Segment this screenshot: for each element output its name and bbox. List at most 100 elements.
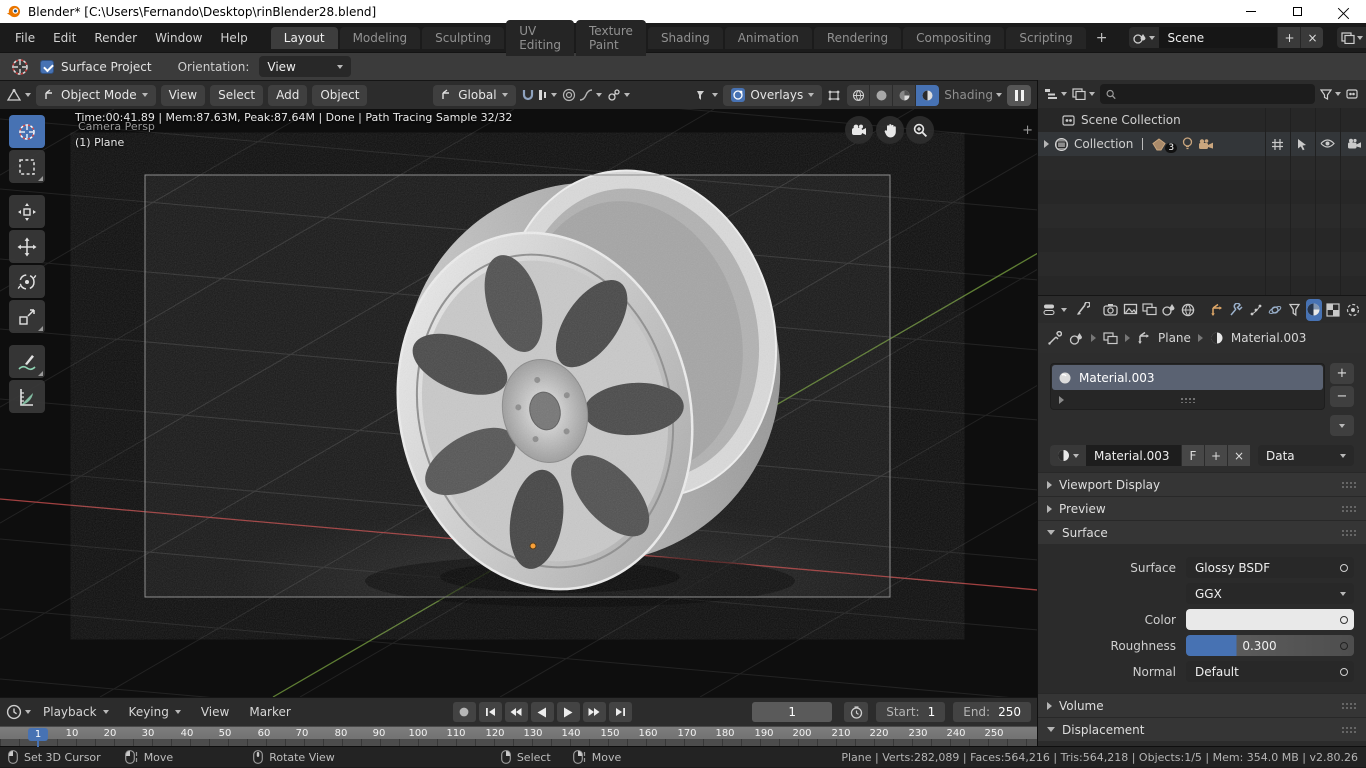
jump-to-prev-keyframe-button[interactable] [505, 702, 528, 722]
material-slot-list[interactable]: Material.003 [1050, 363, 1325, 410]
breadcrumb-scene-icon[interactable] [1069, 332, 1084, 345]
zoom-view-button[interactable] [906, 116, 934, 144]
pivot-point-dropdown[interactable] [607, 88, 630, 102]
tab-rendering[interactable]: Rendering [814, 27, 901, 49]
breadcrumb-viewlayer-icon[interactable] [1103, 332, 1118, 345]
viewport-menu-object[interactable]: Object [312, 85, 367, 106]
outliner-filter-dropdown[interactable] [1320, 89, 1341, 100]
menu-edit[interactable]: Edit [44, 28, 85, 48]
browse-material-dropdown[interactable] [1050, 445, 1086, 466]
material-slot-active[interactable]: Material.003 [1052, 365, 1323, 390]
viewport-canvas[interactable]: Time:00:41.89 | Mem:87.63M, Peak:87.64M … [0, 109, 1037, 697]
panel-displacement[interactable]: Displacement [1038, 717, 1366, 741]
panel-preview[interactable]: Preview [1038, 496, 1366, 520]
timeline-ruler[interactable]: 10 20 30 40 50 60 70 80 90 100 110 120 1… [0, 726, 1037, 746]
color-swatch[interactable] [1186, 609, 1354, 630]
frame-end-field[interactable]: End:250 [953, 702, 1031, 722]
panel-drag-grip[interactable] [1341, 505, 1357, 513]
view-layer-icon[interactable] [1337, 27, 1366, 48]
scene-icon[interactable] [1129, 27, 1159, 48]
slot-specials-dropdown[interactable] [1330, 415, 1354, 436]
outliner-display-mode-dropdown[interactable] [1072, 88, 1095, 100]
tab-texture[interactable] [1325, 299, 1341, 321]
region-expand-handle[interactable]: + [1022, 123, 1033, 138]
material-link-dropdown[interactable]: Data [1258, 445, 1354, 466]
shading-material-button[interactable] [893, 85, 916, 106]
fake-user-button[interactable]: F [1181, 445, 1204, 466]
restrict-select-icon[interactable] [1296, 138, 1308, 151]
tab-texture-paint[interactable]: Texture Paint [576, 20, 646, 56]
frame-start-field[interactable]: Start:1 [876, 702, 945, 722]
tab-uv-editing[interactable]: UV Editing [506, 20, 574, 56]
tab-animation[interactable]: Animation [725, 27, 812, 49]
tool-scale[interactable] [9, 300, 45, 333]
unlink-material-button[interactable]: × [1227, 445, 1250, 466]
editor-type-dropdown[interactable] [6, 88, 31, 102]
menu-file[interactable]: File [6, 28, 44, 48]
new-material-button[interactable]: + [1204, 445, 1227, 466]
shading-popover-dropdown[interactable]: Shading [944, 88, 1002, 102]
surface-shader-button[interactable]: Glossy BSDF [1186, 557, 1354, 578]
menu-window[interactable]: Window [146, 28, 211, 48]
jump-to-end-button[interactable] [609, 702, 632, 722]
tool-move[interactable] [9, 230, 45, 263]
scene-unlink-button[interactable]: × [1300, 27, 1323, 48]
tab-data[interactable] [1345, 299, 1361, 321]
add-workspace-button[interactable]: + [1088, 26, 1116, 50]
remove-material-slot-button[interactable]: − [1330, 386, 1354, 407]
object-visibility-dropdown[interactable] [695, 88, 718, 102]
keying-menu[interactable]: Keying [121, 702, 189, 722]
pause-render-button[interactable] [1007, 85, 1031, 106]
pan-view-button[interactable] [876, 116, 904, 144]
minimize-button[interactable] [1228, 0, 1274, 23]
roughness-slider[interactable]: 0.300 [1186, 635, 1354, 656]
tool-annotate[interactable] [9, 345, 45, 378]
outliner-search[interactable] [1100, 84, 1315, 104]
tab-output[interactable] [1122, 299, 1138, 321]
timeline-marker-menu[interactable]: Marker [241, 702, 298, 722]
tab-scene[interactable] [1161, 299, 1177, 321]
tab-render[interactable] [1102, 299, 1118, 321]
close-button[interactable] [1320, 0, 1366, 23]
breadcrumb-material-icon[interactable] [1210, 331, 1224, 345]
outliner-row-scene-collection[interactable]: Scene Collection [1038, 108, 1366, 132]
timeline-view-menu[interactable]: View [193, 702, 237, 722]
panel-drag-grip[interactable] [1341, 702, 1357, 710]
proportional-editing-dropdown[interactable] [562, 88, 602, 102]
overlays-dropdown[interactable]: Overlays [723, 85, 822, 106]
tab-view-layer[interactable] [1141, 299, 1157, 321]
disable-in-render-camera-icon[interactable] [1347, 138, 1362, 150]
tool-select-box[interactable] [9, 150, 45, 183]
playhead[interactable]: 1 [28, 728, 48, 741]
breadcrumb-material-name[interactable]: Material.003 [1231, 331, 1306, 345]
timeline-editor-dropdown[interactable] [6, 704, 31, 720]
tab-layout[interactable]: Layout [271, 27, 338, 49]
panel-drag-grip[interactable] [1341, 529, 1357, 537]
properties-editor-dropdown[interactable] [1043, 303, 1067, 316]
tab-compositing[interactable]: Compositing [903, 27, 1004, 49]
camera-view-button[interactable] [845, 116, 873, 144]
tab-object[interactable] [1209, 299, 1225, 321]
menu-help[interactable]: Help [211, 28, 256, 48]
add-material-slot-button[interactable]: + [1330, 363, 1354, 384]
tab-particles[interactable] [1247, 299, 1263, 321]
distribution-dropdown[interactable]: GGX [1186, 583, 1354, 604]
play-reverse-button[interactable] [531, 702, 554, 722]
jump-to-next-keyframe-button[interactable] [583, 702, 606, 722]
jump-to-start-button[interactable] [479, 702, 502, 722]
play-button[interactable] [557, 702, 580, 722]
hide-in-viewport-eye-icon[interactable] [1320, 138, 1335, 149]
current-frame-field[interactable]: 1 [752, 702, 832, 722]
viewport-menu-select[interactable]: Select [210, 85, 263, 106]
viewport-menu-add[interactable]: Add [268, 85, 307, 106]
tab-constraints[interactable] [1286, 299, 1302, 321]
viewport-menu-view[interactable]: View [161, 85, 205, 106]
panel-viewport-display[interactable]: Viewport Display [1038, 472, 1366, 496]
tool-cursor[interactable] [9, 115, 45, 148]
material-name-field[interactable]: Material.003 [1086, 445, 1181, 466]
tab-material[interactable] [1306, 299, 1322, 321]
search-input[interactable] [1121, 88, 1309, 100]
gizmos-dropdown[interactable] [827, 88, 842, 102]
slot-list-expand-icon[interactable] [1059, 396, 1064, 404]
tab-sculpting[interactable]: Sculpting [422, 27, 504, 49]
